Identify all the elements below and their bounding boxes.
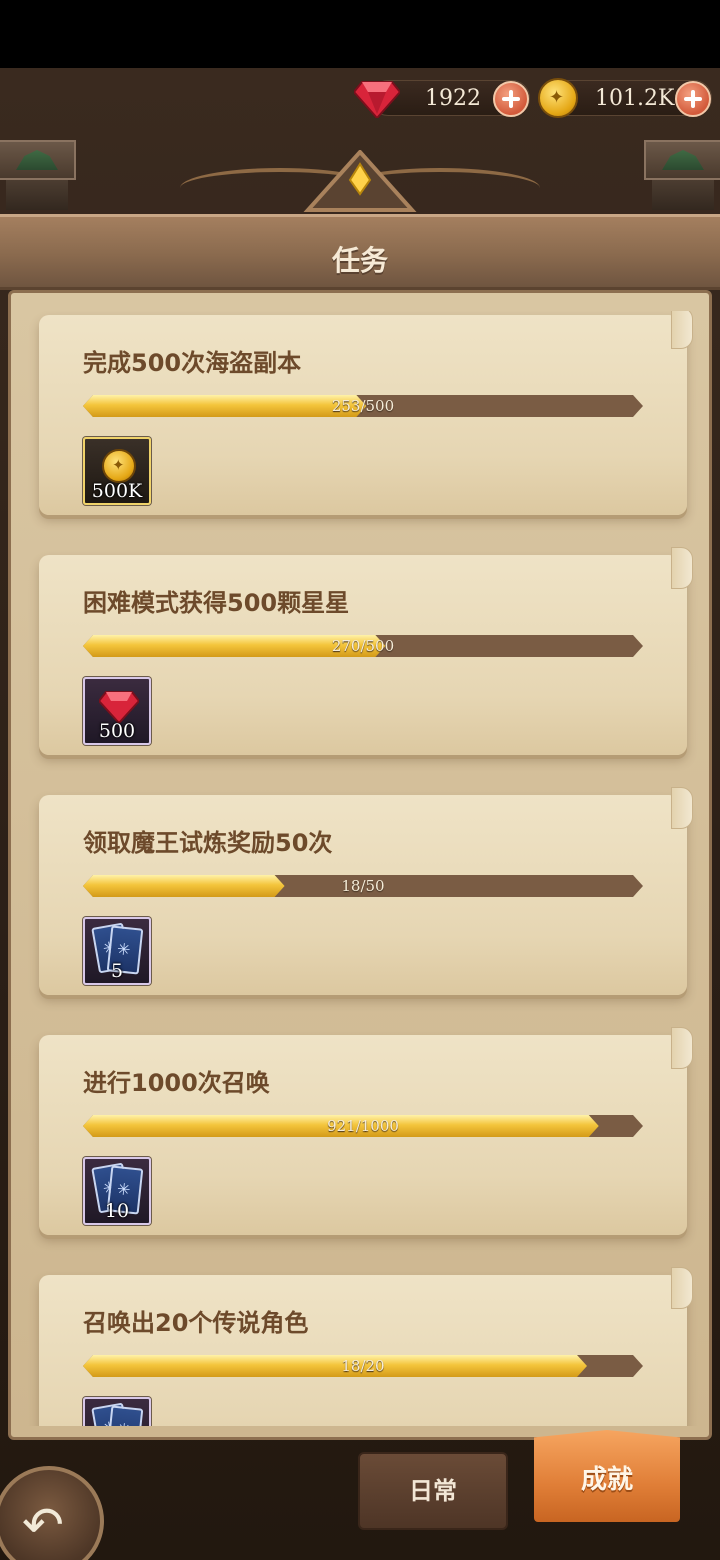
reward-quantity: 10 bbox=[104, 1200, 130, 1222]
page-title: 任务 bbox=[331, 244, 388, 277]
reward-quantity: 5 bbox=[110, 960, 124, 982]
task-card: 领取魔王试炼奖励50次 18/50 ✳ ✳ 5 bbox=[39, 787, 693, 995]
task-panel: 完成500次海盗副本 253/500 ✦ 500K 困难模式获得500颗星星 2… bbox=[8, 290, 712, 1440]
progress-text: 18/20 bbox=[341, 1357, 385, 1375]
progress-bar: 270/500 bbox=[83, 635, 643, 657]
gold-coin-icon: ✦ bbox=[102, 449, 136, 483]
progress-bar: 18/50 bbox=[83, 875, 643, 897]
tab-daily[interactable]: 日常 bbox=[358, 1452, 508, 1530]
right-pillar bbox=[644, 140, 720, 210]
summon-card-icon: ✳ bbox=[106, 1405, 144, 1426]
red-gem-icon bbox=[354, 81, 400, 118]
reward-item[interactable]: ✳ ✳ 10 bbox=[83, 1157, 151, 1225]
add-gems-button[interactable] bbox=[493, 81, 529, 117]
task-title: 困难模式获得500颗星星 bbox=[83, 589, 350, 617]
task-title: 召唤出20个传说角色 bbox=[83, 1309, 309, 1337]
red-gem-icon bbox=[99, 691, 139, 723]
progress-bar: 921/1000 bbox=[83, 1115, 643, 1137]
tab-achievements-label: 成就 bbox=[580, 1465, 633, 1495]
left-pillar bbox=[0, 140, 76, 210]
tab-daily-label: 日常 bbox=[409, 1477, 457, 1505]
progress-bar: 18/20 bbox=[83, 1355, 643, 1377]
back-button[interactable]: ↶ bbox=[0, 1466, 104, 1560]
progress-text: 18/50 bbox=[341, 877, 385, 895]
progress-text: 921/1000 bbox=[327, 1117, 399, 1135]
reward-quantity: 500K bbox=[91, 480, 143, 502]
reward-quantity: 500 bbox=[98, 720, 136, 742]
gold-coin-icon: ✦ bbox=[538, 78, 578, 118]
progress-text: 253/500 bbox=[331, 397, 395, 415]
task-title: 进行1000次召唤 bbox=[83, 1069, 270, 1097]
title-banner: 任务 bbox=[0, 214, 720, 290]
gem-amount: 1922 bbox=[425, 86, 481, 111]
reward-item[interactable]: ✳ ✳ bbox=[83, 1397, 151, 1426]
reward-item[interactable]: ✦ 500K bbox=[83, 437, 151, 505]
status-bar bbox=[0, 0, 720, 68]
task-title: 领取魔王试炼奖励50次 bbox=[83, 829, 333, 857]
back-arrow-icon: ↶ bbox=[22, 1496, 64, 1554]
progress-text: 270/500 bbox=[331, 637, 395, 655]
progress-bar: 253/500 bbox=[83, 395, 643, 417]
gold-amount: 101.2K bbox=[595, 86, 675, 111]
task-list[interactable]: 完成500次海盗副本 253/500 ✦ 500K 困难模式获得500颗星星 2… bbox=[11, 311, 715, 1426]
tab-achievements[interactable]: 成就 bbox=[534, 1430, 680, 1522]
reward-item[interactable]: ✳ ✳ 5 bbox=[83, 917, 151, 985]
task-card: 完成500次海盗副本 253/500 ✦ 500K bbox=[39, 311, 693, 515]
task-card: 困难模式获得500颗星星 270/500 500 bbox=[39, 547, 693, 755]
task-card: 进行1000次召唤 921/1000 ✳ ✳ 10 bbox=[39, 1027, 693, 1235]
game-screen: 1922 101.2K ✦ 任务 完成500次海盗副本 253/500 ✦ 50… bbox=[0, 68, 720, 1560]
reward-item[interactable]: 500 bbox=[83, 677, 151, 745]
task-card: 召唤出20个传说角色 18/20 ✳ ✳ bbox=[39, 1267, 693, 1426]
add-gold-button[interactable] bbox=[675, 81, 711, 117]
task-title: 完成500次海盗副本 bbox=[83, 349, 302, 377]
